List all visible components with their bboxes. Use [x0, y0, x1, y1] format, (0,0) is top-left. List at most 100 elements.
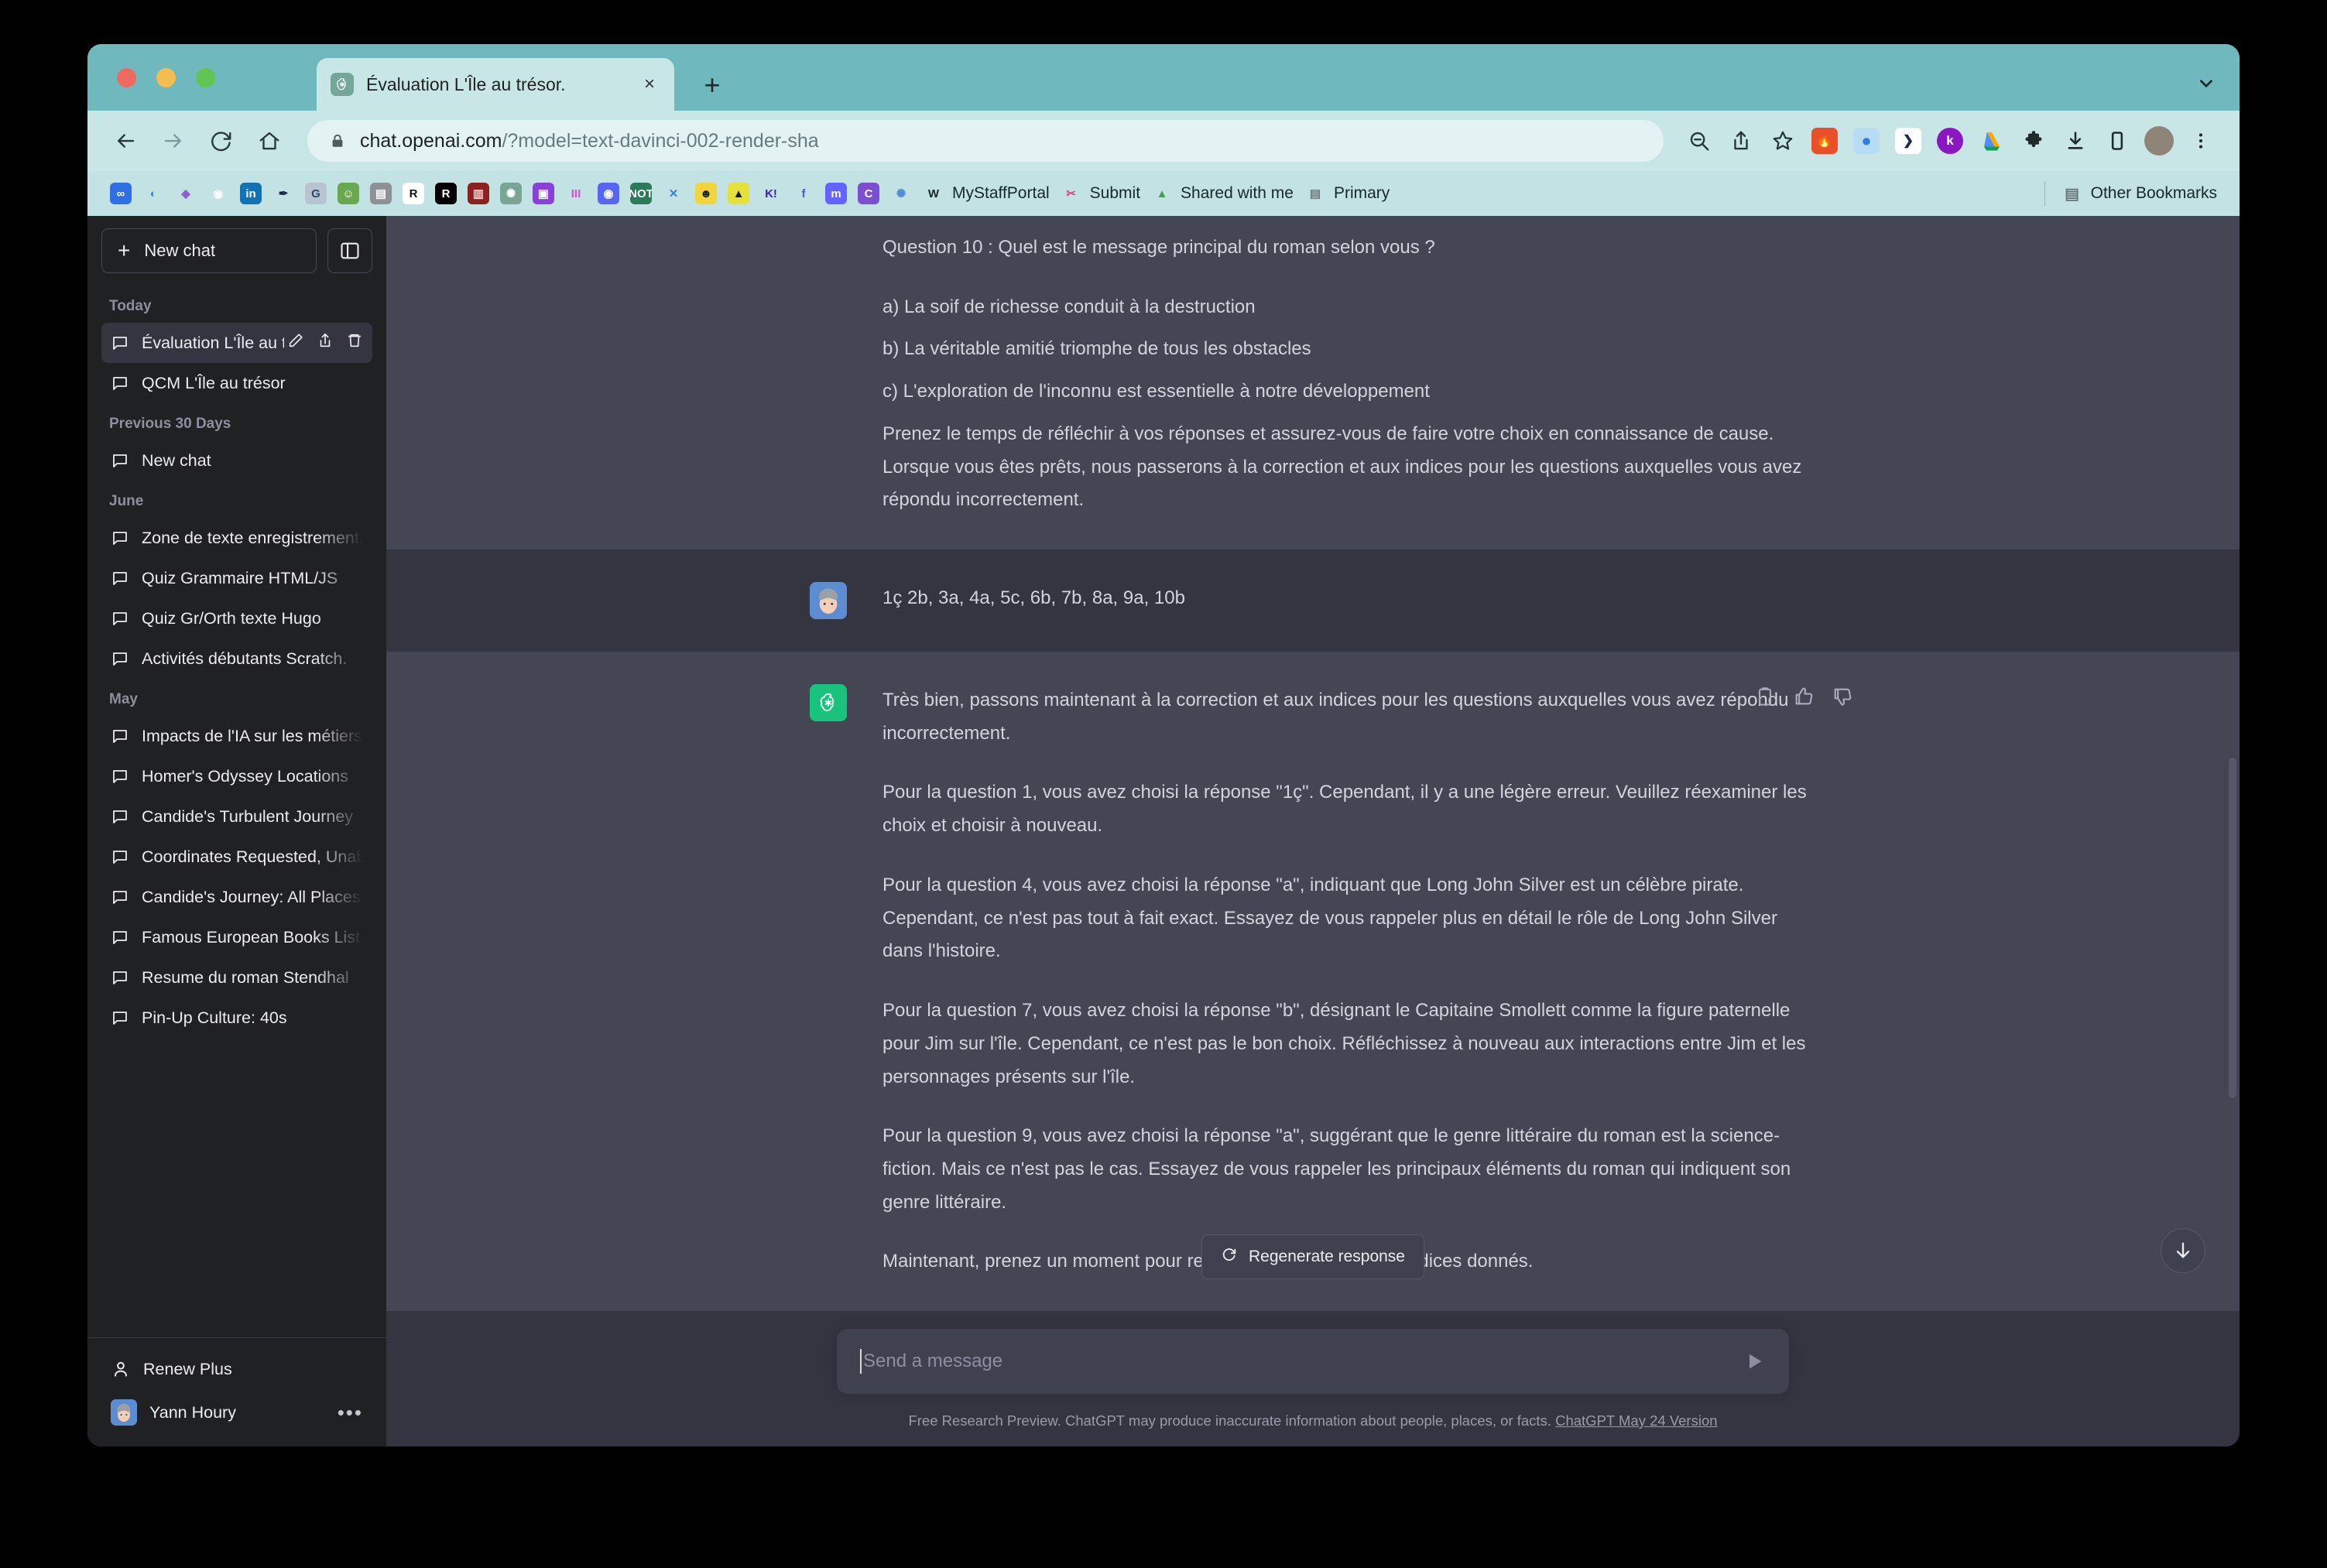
- bookmark-item[interactable]: ▲ Shared with me: [1146, 176, 1299, 211]
- close-window-button[interactable]: [117, 68, 136, 87]
- regenerate-response-button[interactable]: Regenerate response: [1201, 1234, 1424, 1279]
- downloads-icon[interactable]: [2057, 122, 2094, 159]
- user-account-row[interactable]: Yann Houry •••: [101, 1391, 372, 1434]
- blue-circle-extension-icon[interactable]: ●: [1848, 122, 1885, 159]
- conversation-item[interactable]: Quiz Grammaire HTML/JS: [101, 558, 372, 598]
- fire-extension-icon[interactable]: 🔥: [1806, 122, 1843, 159]
- back-button[interactable]: [108, 123, 143, 159]
- zoom-out-icon[interactable]: [1681, 122, 1718, 159]
- bookmark-item[interactable]: ▤: [365, 176, 397, 211]
- scroll-to-bottom-button[interactable]: [2161, 1228, 2205, 1273]
- new-tab-button[interactable]: +: [699, 71, 725, 99]
- minimize-window-button[interactable]: [156, 68, 176, 87]
- new-chat-button[interactable]: + New chat: [101, 228, 317, 273]
- bookmark-item[interactable]: R: [430, 176, 462, 211]
- chat-bubble-icon: [111, 888, 129, 906]
- bookmark-item[interactable]: ✺: [885, 176, 917, 211]
- bookmark-item[interactable]: ◉: [592, 176, 625, 211]
- send-icon[interactable]: [1744, 1351, 1766, 1372]
- thumbs-up-icon[interactable]: [1793, 686, 1815, 711]
- chat-bubble-icon: [111, 847, 129, 866]
- bookmark-item[interactable]: ☻: [690, 176, 722, 211]
- address-bar[interactable]: chat.openai.com/?model=text-davinci-002-…: [307, 120, 1664, 162]
- conversation-item[interactable]: Homer's Odyssey Locations: [101, 756, 372, 796]
- bookmark-item[interactable]: ▥: [462, 176, 495, 211]
- conversation-item[interactable]: Quiz Gr/Orth texte Hugo: [101, 598, 372, 638]
- conversation-item[interactable]: Famous European Books List: [101, 917, 372, 957]
- bookmark-item[interactable]: ◉: [202, 176, 235, 211]
- bookmark-item[interactable]: ▣: [527, 176, 560, 211]
- bookmark-item[interactable]: ✒: [267, 176, 300, 211]
- bookmark-item[interactable]: ✂ Submit: [1055, 176, 1146, 211]
- share-icon[interactable]: [1722, 122, 1760, 159]
- chevron-down-icon[interactable]: [2193, 70, 2219, 97]
- conversation-item[interactable]: New chat: [101, 440, 372, 481]
- bookmark-item[interactable]: ✕: [657, 176, 690, 211]
- kami-extension-icon[interactable]: k: [1931, 122, 1969, 159]
- ellipsis-icon[interactable]: •••: [338, 1402, 363, 1422]
- conversation-item[interactable]: Activités débutants Scratch.: [101, 638, 372, 679]
- conversation-item[interactable]: Candide's Journey: All Places: [101, 877, 372, 917]
- profile-avatar[interactable]: [2140, 122, 2178, 159]
- conversation-item[interactable]: Zone de texte enregistrement.: [101, 518, 372, 558]
- bookmark-item[interactable]: III: [560, 176, 592, 211]
- maximize-window-button[interactable]: [196, 68, 215, 87]
- reload-button[interactable]: [204, 123, 239, 159]
- bookmark-item[interactable]: C: [852, 176, 885, 211]
- renew-plus-button[interactable]: Renew Plus: [101, 1347, 372, 1391]
- bookmark-item[interactable]: G: [300, 176, 332, 211]
- conversation-item[interactable]: Pin-Up Culture: 40s: [101, 998, 372, 1038]
- bookmark-item[interactable]: f: [787, 176, 820, 211]
- bookmark-item[interactable]: in: [235, 176, 267, 211]
- bookmark-item[interactable]: K!: [755, 176, 787, 211]
- version-link[interactable]: ChatGPT May 24 Version: [1555, 1412, 1717, 1429]
- message-actions: [1754, 686, 1853, 711]
- copy-icon[interactable]: [1754, 686, 1776, 711]
- bookmark-item[interactable]: NOT: [625, 176, 657, 211]
- sidepanel-icon[interactable]: [2099, 122, 2136, 159]
- bookmark-item[interactable]: ▲: [722, 176, 755, 211]
- conversation-item[interactable]: Resume du roman Stendhal: [101, 957, 372, 998]
- browser-tab[interactable]: Évaluation L'Île au trésor. ×: [317, 58, 674, 111]
- bookmark-other-bookmarks[interactable]: ▤ Other Bookmarks: [2056, 176, 2222, 211]
- message-input-placeholder[interactable]: Send a message: [863, 1351, 1744, 1372]
- close-tab-button[interactable]: ×: [639, 74, 660, 95]
- thread-scrollbar[interactable]: [2229, 758, 2236, 1098]
- message-input-box[interactable]: Send a message: [837, 1329, 1789, 1394]
- chrome-menu-icon[interactable]: [2182, 122, 2219, 159]
- bookmark-item[interactable]: ☺: [332, 176, 365, 211]
- conversation-item[interactable]: QCM L'Île au trésor: [101, 363, 372, 403]
- conversation-title: Famous European Books List: [142, 927, 361, 947]
- bookmark-item[interactable]: R: [397, 176, 430, 211]
- trash-icon[interactable]: [346, 332, 363, 354]
- home-button[interactable]: [252, 123, 287, 159]
- bookmark-item[interactable]: ▤ Primary: [1299, 176, 1395, 211]
- bookmark-item[interactable]: ◐: [137, 176, 170, 211]
- bookmark-item[interactable]: m: [820, 176, 852, 211]
- sidebar-collapse-icon[interactable]: [327, 228, 372, 273]
- edit-icon[interactable]: [287, 332, 304, 354]
- bookmark-star-icon[interactable]: [1764, 122, 1801, 159]
- conversation-item[interactable]: Candide's Turbulent Journey: [101, 796, 372, 837]
- message-paragraph: c) L'exploration de l'inconnu est essent…: [882, 381, 1430, 402]
- conversation-item[interactable]: Impacts de l'IA sur les métiers: [101, 716, 372, 756]
- pocket-extension-icon[interactable]: ❯: [1890, 122, 1927, 159]
- conversation-title: Zone de texte enregistrement.: [142, 528, 363, 547]
- conversation-title: Activités débutants Scratch.: [142, 649, 348, 668]
- share-icon[interactable]: [317, 332, 334, 354]
- google-drive-extension-icon[interactable]: [1973, 122, 2010, 159]
- bookmark-item[interactable]: ✺: [495, 176, 527, 211]
- conversation-list[interactable]: Today Évaluation L'Île au tré QCM L'Île …: [87, 279, 386, 1337]
- message-inner: Question 10 : Quel est le message princi…: [810, 216, 1816, 549]
- forward-button[interactable]: [156, 123, 191, 159]
- conversation-item-active[interactable]: Évaluation L'Île au tré: [101, 323, 372, 363]
- conversation-item[interactable]: Coordinates Requested, Unable: [101, 837, 372, 877]
- bookmark-item[interactable]: W MyStaffPortal: [917, 176, 1055, 211]
- mastodon-icon: m: [825, 183, 847, 204]
- puzzle-extensions-icon[interactable]: [2015, 122, 2052, 159]
- bookmark-item[interactable]: ◆: [170, 176, 202, 211]
- bookmark-item[interactable]: ∞: [105, 176, 137, 211]
- tab-title: Évaluation L'Île au trésor.: [366, 74, 566, 94]
- person-icon: [111, 1359, 131, 1379]
- thumbs-down-icon[interactable]: [1832, 686, 1853, 711]
